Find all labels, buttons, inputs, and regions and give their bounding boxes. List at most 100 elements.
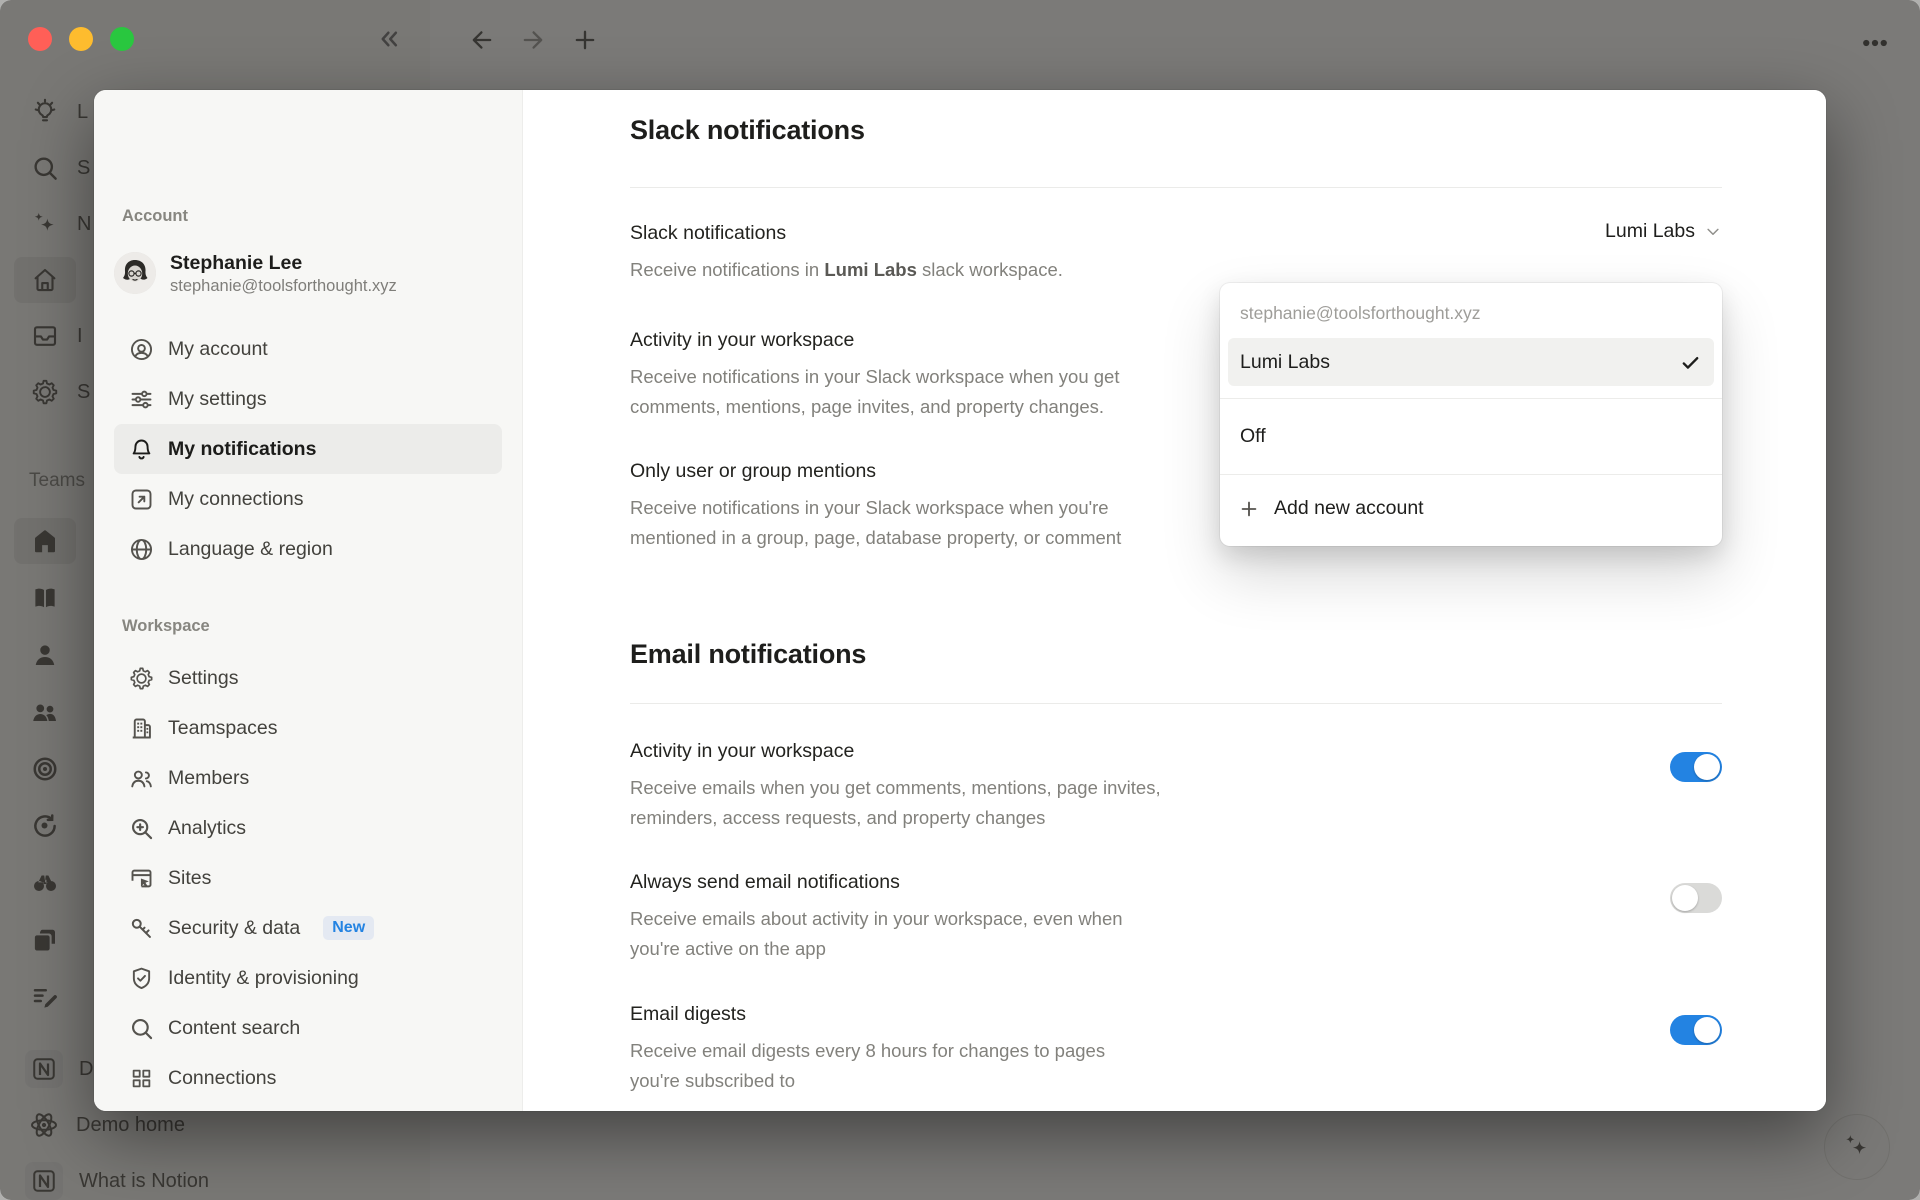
setting-title: Always send email notifications xyxy=(630,867,1722,897)
slack-workspace-row: Slack notifications Receive notification… xyxy=(630,218,1722,285)
globe-icon xyxy=(128,536,155,563)
desc-text: slack workspace. xyxy=(917,259,1063,280)
dropdown-account-header: stephanie@toolsforthought.xyz xyxy=(1220,283,1722,338)
dropdown-value: Lumi Labs xyxy=(1605,220,1695,243)
shield-check-icon xyxy=(128,965,155,992)
nav-item-label: My notifications xyxy=(168,438,316,461)
divider xyxy=(630,187,1722,188)
traffic-lights xyxy=(28,27,134,51)
settings-nav-members[interactable]: Members xyxy=(114,753,502,803)
toggle-knob xyxy=(1672,885,1698,911)
grid-icon xyxy=(128,1065,155,1092)
check-icon xyxy=(1679,351,1702,374)
settings-nav-my-account[interactable]: My account xyxy=(114,324,502,374)
slack-section-heading: Slack notifications xyxy=(630,115,865,146)
settings-nav-import[interactable]: Import xyxy=(114,1103,502,1111)
nav-item-label: Analytics xyxy=(168,817,246,840)
email-always-send-row: Always send email notifications Receive … xyxy=(630,867,1722,964)
minimize-window-button[interactable] xyxy=(69,27,93,51)
divider xyxy=(630,703,1722,704)
settings-nav-my-settings[interactable]: My settings xyxy=(114,374,502,424)
settings-nav-content-search[interactable]: Content search xyxy=(114,1003,502,1053)
dropdown-option-lumi-labs[interactable]: Lumi Labs xyxy=(1228,338,1714,386)
nav-item-label: My connections xyxy=(168,488,303,511)
settings-nav-teamspaces[interactable]: Teamspaces xyxy=(114,703,502,753)
nav-item-label: Sites xyxy=(168,867,211,890)
dropdown-option-off[interactable]: Off xyxy=(1220,399,1722,474)
email-activity-toggle[interactable] xyxy=(1670,752,1722,782)
settings-nav-my-notifications[interactable]: My notifications xyxy=(114,424,502,474)
setting-description: Receive emails about activity in your wo… xyxy=(630,904,1722,964)
sliders-icon xyxy=(128,386,155,413)
slack-workspace-dropdown-trigger[interactable]: Lumi Labs xyxy=(1605,220,1722,243)
workspace-nav: Settings Teamspaces Members Analytics Sites S… xyxy=(114,653,502,1111)
search-icon xyxy=(128,1015,155,1042)
add-new-account-button[interactable]: Add new account xyxy=(1220,475,1722,542)
nav-item-label: Connections xyxy=(168,1067,276,1090)
desc-line: you're active on the app xyxy=(630,934,1722,964)
browser-cursor-icon xyxy=(128,865,155,892)
setting-title: Slack notifications xyxy=(630,218,1722,248)
option-label: Lumi Labs xyxy=(1240,351,1330,374)
members-icon xyxy=(128,765,155,792)
account-user-card[interactable]: Stephanie Lee stephanie@toolsforthought.… xyxy=(114,244,510,302)
user-email: stephanie@toolsforthought.xyz xyxy=(170,276,397,297)
zoom-window-button[interactable] xyxy=(110,27,134,51)
email-activity-row: Activity in your workspace Receive email… xyxy=(630,736,1722,833)
settings-nav-my-connections[interactable]: My connections xyxy=(114,474,502,524)
person-circle-icon xyxy=(128,336,155,363)
settings-main: Slack notifications Slack notifications … xyxy=(523,90,1826,1111)
toggle-knob xyxy=(1694,754,1720,780)
settings-modal: Account Stephanie Lee xyxy=(94,90,1826,1111)
nav-item-label: My account xyxy=(168,338,268,361)
workspace-section-label: Workspace xyxy=(122,617,210,636)
slack-workspace-dropdown-menu: stephanie@toolsforthought.xyz Lumi Labs … xyxy=(1220,283,1722,546)
nav-item-label: Content search xyxy=(168,1017,300,1040)
settings-nav-connections[interactable]: Connections xyxy=(114,1053,502,1103)
account-section-label: Account xyxy=(122,207,188,226)
nav-item-label: Settings xyxy=(168,667,238,690)
setting-description: Receive emails when you get comments, me… xyxy=(630,773,1722,833)
chevron-down-icon xyxy=(1704,223,1722,241)
settings-nav-language-region[interactable]: Language & region xyxy=(114,524,502,574)
settings-nav-sites[interactable]: Sites xyxy=(114,853,502,903)
desc-text: Receive notifications in xyxy=(630,259,824,280)
desc-line: Receive emails when you get comments, me… xyxy=(630,773,1722,803)
settings-nav-identity-provisioning[interactable]: Identity & provisioning xyxy=(114,953,502,1003)
nav-item-label: Language & region xyxy=(168,538,333,561)
arrow-box-icon xyxy=(128,486,155,513)
nav-item-label: My settings xyxy=(168,388,267,411)
setting-title: Email digests xyxy=(630,999,1722,1029)
nav-item-label: Teamspaces xyxy=(168,717,277,740)
close-window-button[interactable] xyxy=(28,27,52,51)
zoom-in-icon xyxy=(128,815,155,842)
email-digests-toggle[interactable] xyxy=(1670,1015,1722,1045)
desc-line: reminders, access requests, and property… xyxy=(630,803,1722,833)
toggle-knob xyxy=(1694,1017,1720,1043)
settings-nav-settings[interactable]: Settings xyxy=(114,653,502,703)
building-icon xyxy=(128,715,155,742)
email-digests-row: Email digests Receive email digests ever… xyxy=(630,999,1722,1096)
desc-line: Receive email digests every 8 hours for … xyxy=(630,1036,1722,1066)
plus-icon xyxy=(1238,498,1260,520)
settings-nav-security-data[interactable]: Security & data New xyxy=(114,903,502,953)
desc-line: you're subscribed to xyxy=(630,1066,1722,1096)
setting-description: Receive notifications in Lumi Labs slack… xyxy=(630,255,1722,285)
email-section-heading: Email notifications xyxy=(630,639,866,670)
settings-nav-analytics[interactable]: Analytics xyxy=(114,803,502,853)
email-always-send-toggle[interactable] xyxy=(1670,883,1722,913)
desc-line: Receive emails about activity in your wo… xyxy=(630,904,1722,934)
nav-item-label: Identity & provisioning xyxy=(168,967,359,990)
action-label: Add new account xyxy=(1274,497,1424,520)
settings-sidebar: Account Stephanie Lee xyxy=(94,90,523,1111)
bell-icon xyxy=(128,436,155,463)
account-nav: My account My settings My notifications My … xyxy=(114,324,502,574)
avatar xyxy=(114,252,156,294)
new-badge: New xyxy=(323,916,374,940)
setting-description: Receive email digests every 8 hours for … xyxy=(630,1036,1722,1096)
option-label: Off xyxy=(1240,425,1266,448)
user-name: Stephanie Lee xyxy=(170,250,397,276)
gear-icon xyxy=(128,665,155,692)
app-window: LSNHIS Teams C DDemo homeWhat is Notion … xyxy=(0,0,1920,1200)
nav-item-label: Security & data xyxy=(168,917,300,940)
